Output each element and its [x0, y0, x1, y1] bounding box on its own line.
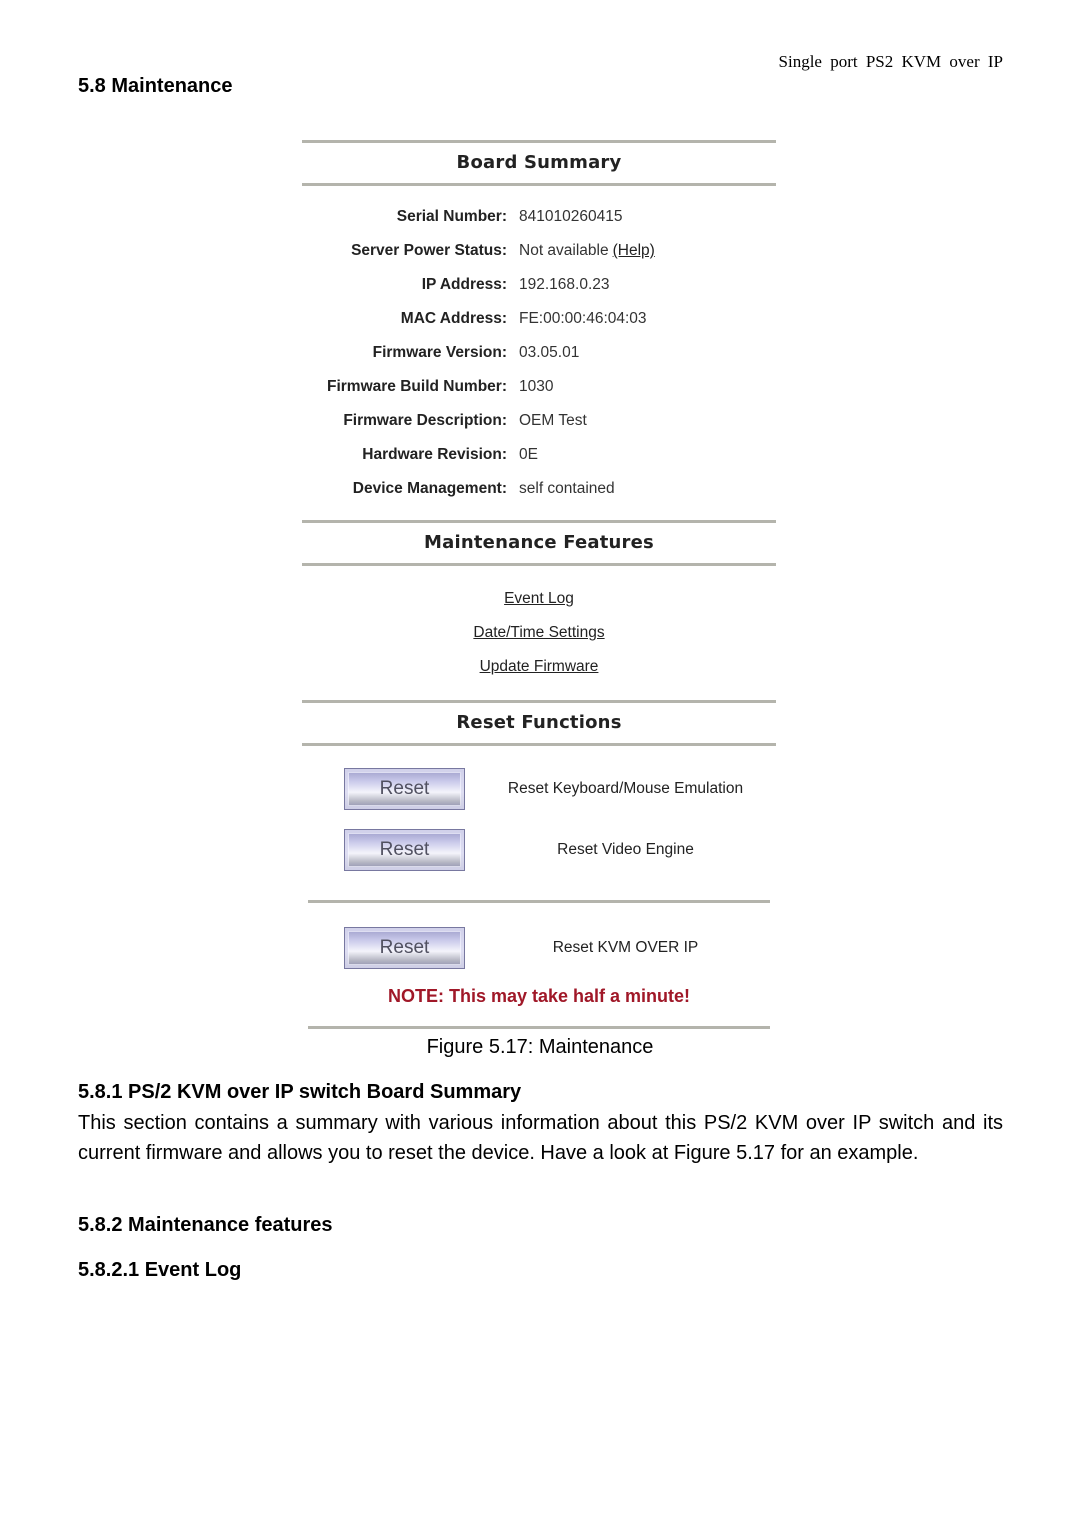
summary-row-firmware-version: Firmware Version: 03.05.01 [302, 336, 776, 370]
maintenance-figure: Board Summary Serial Number: 84101026041… [302, 140, 776, 1029]
reset-functions-heading: Reset Functions [456, 712, 622, 733]
subsection-title-maintenance-features: 5.8.2 Maintenance features [78, 1214, 333, 1236]
maintenance-links: Event Log Date/Time Settings Update Firm… [302, 566, 776, 700]
update-firmware-link[interactable]: Update Firmware [302, 652, 776, 686]
reset-row-keyboard-mouse: Reset Reset Keyboard/Mouse Emulation [302, 758, 776, 819]
reset-row-kvm-over-ip: Reset Reset KVM OVER IP [302, 917, 776, 978]
reset-video-engine-button[interactable]: Reset [344, 828, 465, 871]
summary-value: 03.05.01 [519, 344, 580, 361]
summary-row-firmware-description: Firmware Description: OEM Test [302, 404, 776, 438]
help-link[interactable]: (Help) [613, 242, 655, 259]
summary-value: self contained [519, 480, 615, 497]
summary-value: 841010260415 [519, 208, 623, 225]
maintenance-features-heading: Maintenance Features [424, 532, 654, 553]
summary-row-firmware-build-number: Firmware Build Number: 1030 [302, 370, 776, 404]
summary-label: Firmware Version: [372, 344, 507, 361]
summary-row-ip-address: IP Address: 192.168.0.23 [302, 268, 776, 302]
summary-label: Firmware Description: [343, 412, 507, 429]
summary-label: IP Address: [421, 276, 507, 293]
event-log-link[interactable]: Event Log [302, 584, 776, 618]
summary-label: Server Power Status: [351, 242, 507, 259]
summary-value: FE:00:00:46:04:03 [519, 310, 647, 327]
reset-kvm-over-ip-button[interactable]: Reset [344, 926, 465, 969]
summary-label: Hardware Revision: [362, 446, 507, 463]
summary-row-server-power-status: Server Power Status: Not available (Help) [302, 234, 776, 268]
summary-label: Firmware Build Number: [327, 378, 507, 395]
reset-description: Reset Video Engine [557, 840, 694, 858]
summary-value: 192.168.0.23 [519, 276, 610, 293]
summary-row-hardware-revision: Hardware Revision: 0E [302, 438, 776, 472]
running-header: Single port PS2 KVM over IP [778, 52, 1003, 71]
board-summary-table: Serial Number: 841010260415 Server Power… [302, 186, 776, 520]
date-time-settings-link[interactable]: Date/Time Settings [302, 618, 776, 652]
summary-label: Device Management: [352, 480, 507, 497]
summary-row-device-management: Device Management: self contained [302, 472, 776, 506]
summary-value: 0E [519, 446, 538, 463]
subsection-title-event-log: 5.8.2.1 Event Log [78, 1259, 242, 1281]
board-summary-paragraph: This section contains a summary with var… [78, 1112, 1003, 1164]
reset-keyboard-mouse-button[interactable]: Reset [344, 767, 465, 810]
reset-description: Reset KVM OVER IP [552, 938, 699, 956]
divider [308, 1026, 770, 1029]
section-title: 5.8 Maintenance [78, 75, 233, 97]
summary-row-serial-number: Serial Number: 841010260415 [302, 200, 776, 234]
board-summary-heading: Board Summary [456, 152, 622, 173]
summary-row-mac-address: MAC Address: FE:00:00:46:04:03 [302, 302, 776, 336]
summary-value: OEM Test [519, 412, 587, 429]
summary-value: Not available (Help) [507, 242, 655, 260]
summary-value: 1030 [519, 378, 554, 395]
subsection-title-board-summary: 5.8.1 PS/2 KVM over IP switch Board Summ… [78, 1081, 522, 1103]
reset-row-video-engine: Reset Reset Video Engine [302, 819, 776, 880]
summary-label: MAC Address: [400, 310, 507, 327]
power-status-text: Not available [519, 242, 609, 259]
summary-label: Serial Number: [396, 208, 507, 225]
reset-note: NOTE: This may take half a minute! [387, 986, 691, 1006]
figure-caption: Figure 5.17: Maintenance [426, 1036, 654, 1058]
reset-description: Reset Keyboard/Mouse Emulation [507, 779, 744, 797]
